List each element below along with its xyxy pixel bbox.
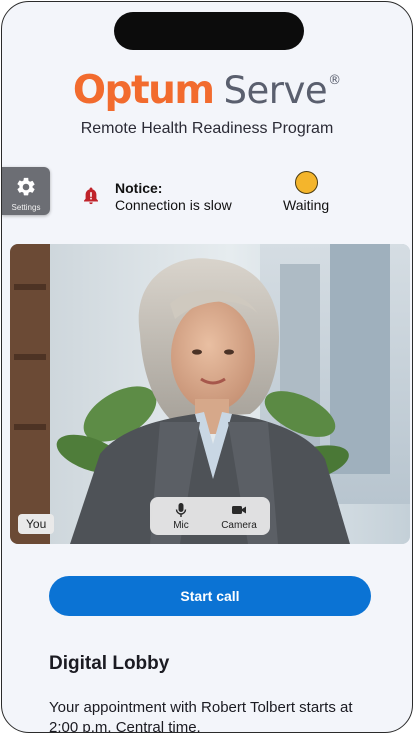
media-controls: Mic Camera: [150, 497, 270, 535]
brand-name-optum: Optum: [72, 68, 215, 113]
video-preview: You Mic Camera: [10, 244, 410, 544]
appointment-message: Your appointment with Robert Tolbert sta…: [49, 699, 353, 733]
camera-label: Camera: [221, 520, 257, 531]
registered-mark: ®: [328, 73, 342, 88]
settings-label: Settings: [11, 203, 41, 212]
microphone-icon: [175, 503, 187, 517]
program-subtitle: Remote Health Readiness Program: [80, 120, 334, 137]
mic-button[interactable]: Mic: [156, 500, 206, 531]
status-indicator: [295, 171, 318, 194]
self-view-label: You: [18, 514, 55, 534]
notice-message: Connection is slow: [115, 197, 232, 213]
gear-icon: [17, 177, 35, 196]
alert-bell-icon: [84, 187, 98, 205]
notice-title: Notice:: [115, 180, 163, 196]
settings-button[interactable]: Settings: [2, 167, 50, 215]
start-call-button[interactable]: Start call: [49, 576, 371, 616]
lobby-heading: Digital Lobby: [49, 653, 170, 674]
video-camera-icon: [232, 506, 246, 514]
camera-button[interactable]: Camera: [214, 500, 264, 531]
phone-frame: Optum Serve® Remote Health Readiness Prog…: [1, 1, 413, 733]
brand-logo: Optum Serve®: [2, 68, 412, 113]
status-label: Waiting: [283, 197, 330, 213]
brand-name-serve: Serve: [223, 69, 328, 112]
camera-notch: [114, 12, 304, 50]
mic-label: Mic: [173, 520, 189, 531]
